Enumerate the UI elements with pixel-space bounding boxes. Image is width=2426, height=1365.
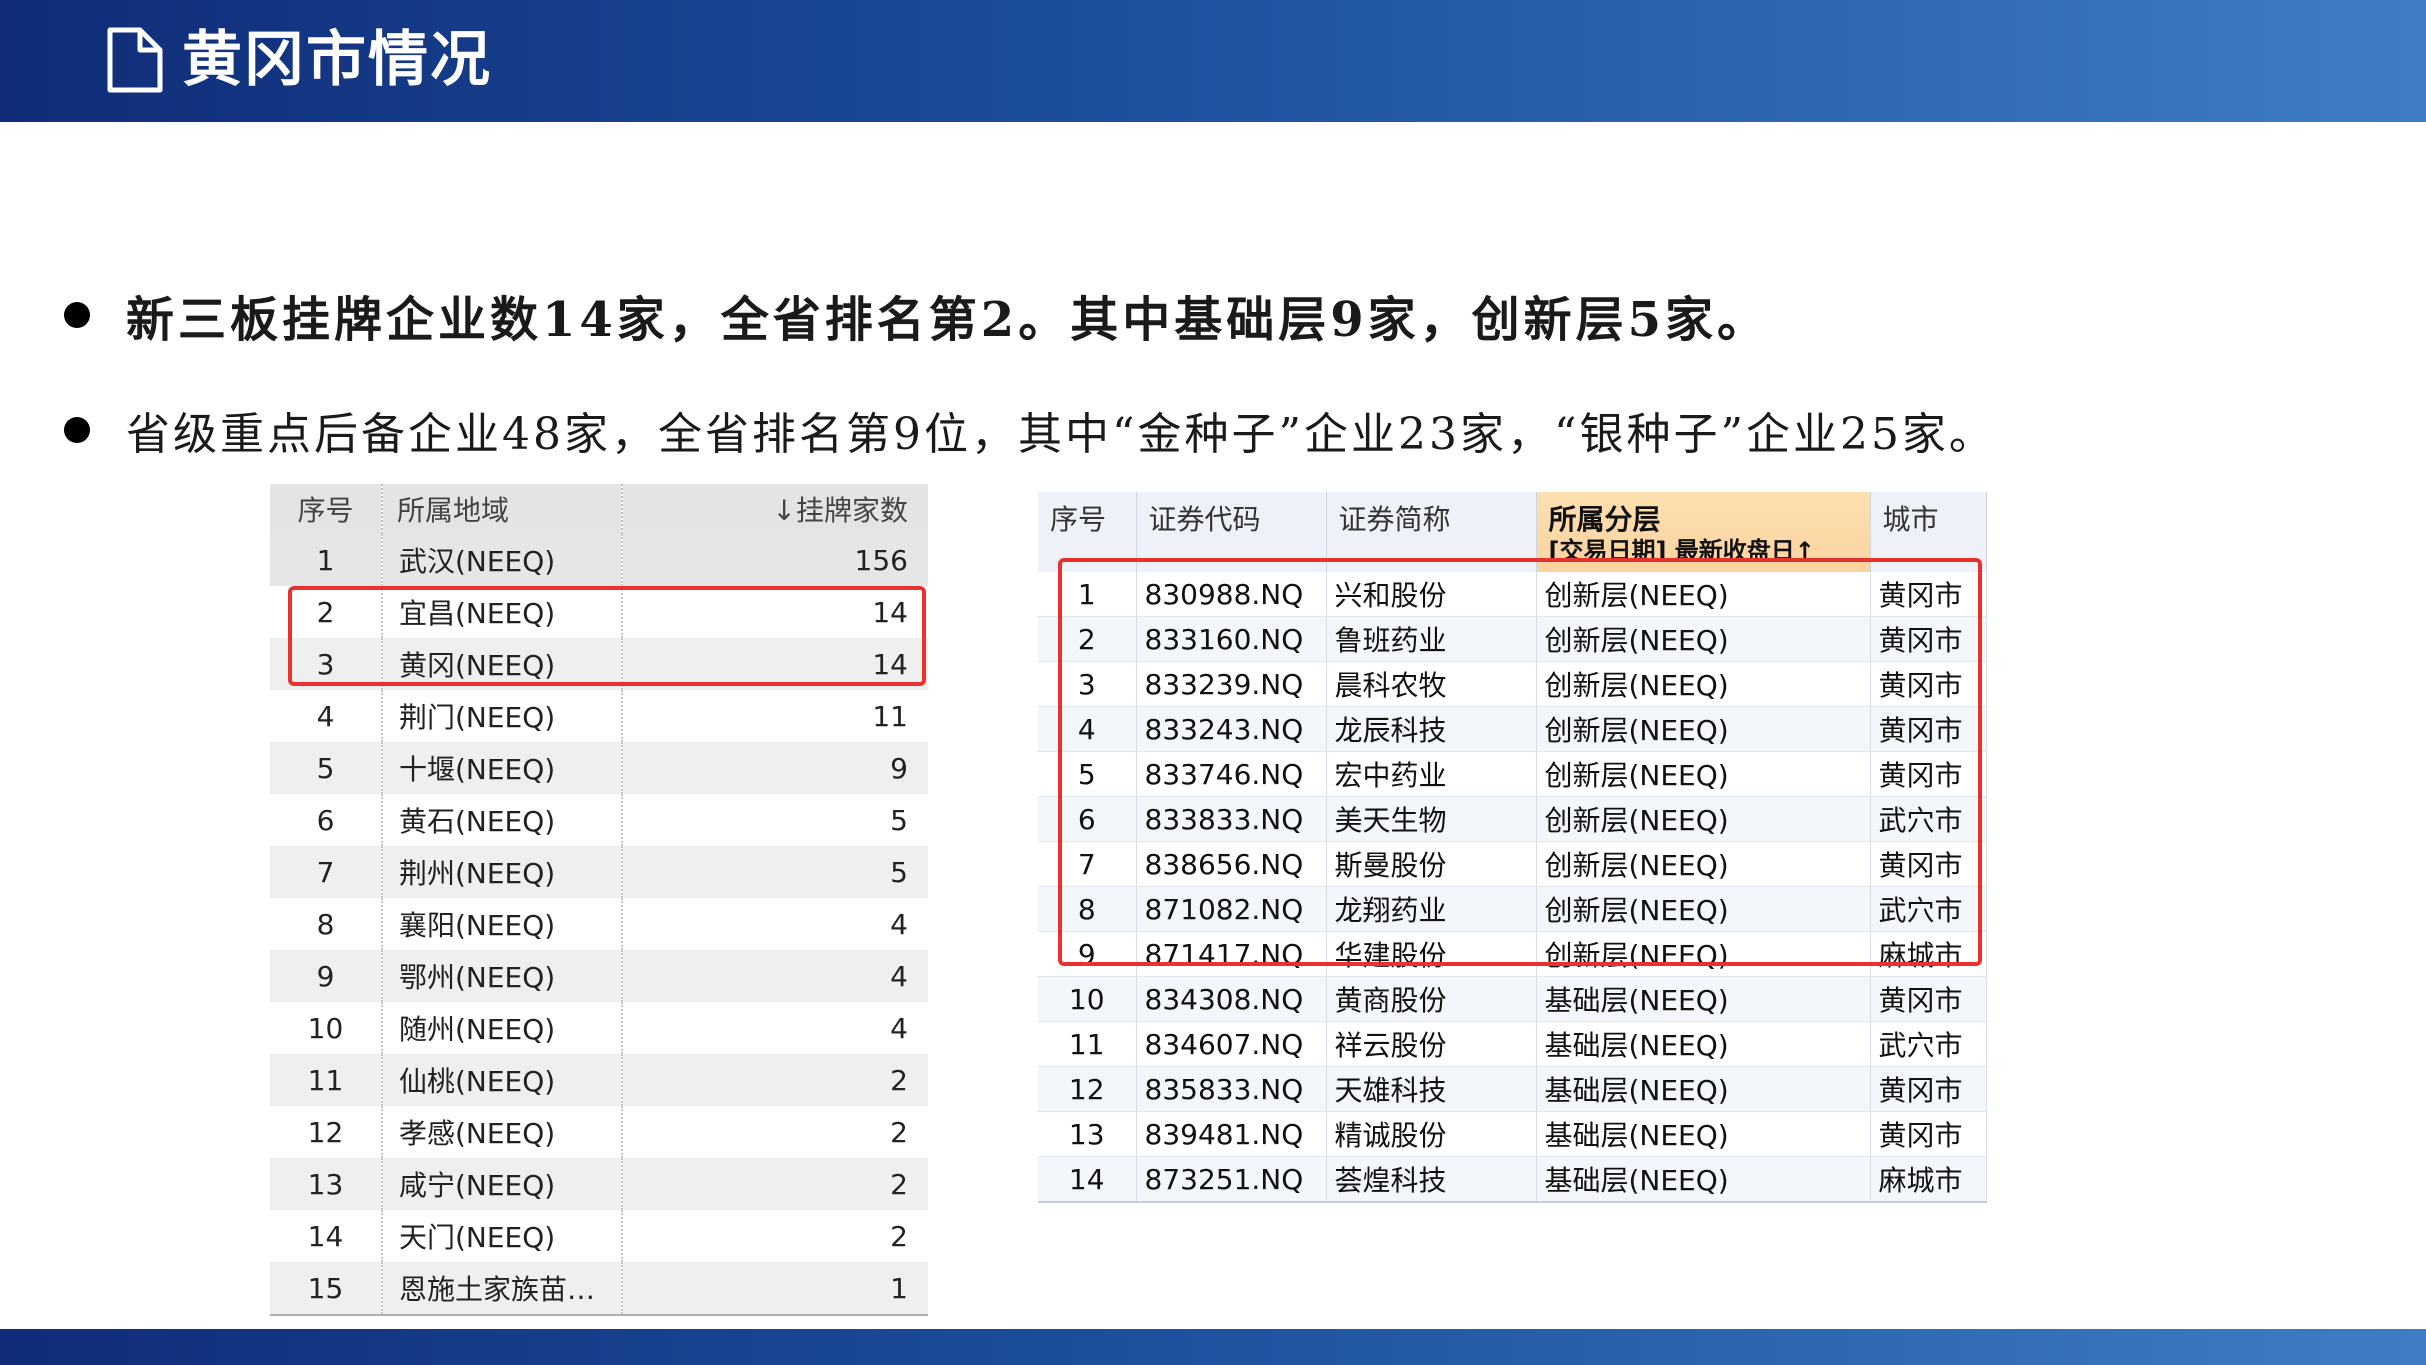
row-listed-count: 9 <box>622 742 928 794</box>
table-row[interactable]: 15 恩施土家族苗… 1 <box>270 1262 928 1316</box>
row-name: 精诚股份 <box>1326 1111 1537 1157</box>
row-region: 十堰(NEEQ) <box>382 742 623 794</box>
row-code: 834308.NQ <box>1136 976 1327 1022</box>
row-listed-count: 2 <box>622 1054 928 1106</box>
table-row[interactable]: 5 十堰(NEEQ) 9 <box>270 742 928 794</box>
row-index: 6 <box>270 794 383 846</box>
row-code: 839481.NQ <box>1136 1111 1327 1157</box>
table-row[interactable]: 6 黄石(NEEQ) 5 <box>270 794 928 846</box>
row-region: 襄阳(NEEQ) <box>382 898 623 950</box>
table-row[interactable]: 10 随州(NEEQ) 4 <box>270 1002 928 1054</box>
row-listed-count: 5 <box>622 846 928 898</box>
row-name: 荟煌科技 <box>1326 1156 1537 1203</box>
row-index: 15 <box>270 1262 383 1316</box>
row-index: 13 <box>270 1158 383 1210</box>
row-index: 14 <box>1038 1156 1137 1203</box>
row-index: 13 <box>1038 1111 1137 1157</box>
row-city: 麻城市 <box>1870 1156 1987 1203</box>
row-region: 孝感(NEEQ) <box>382 1106 623 1158</box>
row-index: 11 <box>1038 1021 1137 1067</box>
bullet-text: 新三板挂牌企业数14家，全省排名第2。其中基础层9家，创新层5家。 <box>126 292 1769 348</box>
table-row[interactable]: 14 873251.NQ 荟煌科技 基础层(NEEQ) 麻城市 <box>1038 1156 1987 1203</box>
table-row[interactable]: 8 襄阳(NEEQ) 4 <box>270 898 928 950</box>
row-region: 仙桃(NEEQ) <box>382 1054 623 1106</box>
table-row[interactable]: 1 武汉(NEEQ) 156 <box>270 534 928 586</box>
row-listed-count: 4 <box>622 898 928 950</box>
row-region: 鄂州(NEEQ) <box>382 950 623 1002</box>
bullet-dot <box>64 417 90 443</box>
table-row[interactable]: 4 荆门(NEEQ) 11 <box>270 690 928 742</box>
row-index: 8 <box>270 898 383 950</box>
table-row[interactable]: 13 839481.NQ 精诚股份 基础层(NEEQ) 黄冈市 <box>1038 1111 1987 1157</box>
row-index: 11 <box>270 1054 383 1106</box>
row-region: 天门(NEEQ) <box>382 1210 623 1262</box>
row-index: 5 <box>270 742 383 794</box>
row-layer: 基础层(NEEQ) <box>1536 1156 1871 1203</box>
column-header-layer-label: 所属分层 <box>1548 503 1661 536</box>
row-city: 武穴市 <box>1870 1021 1987 1067</box>
row-index: 1 <box>270 534 383 586</box>
row-listed-count: 11 <box>622 690 928 742</box>
row-listed-count: 5 <box>622 794 928 846</box>
table-row[interactable]: 12 孝感(NEEQ) 2 <box>270 1106 928 1158</box>
row-region: 随州(NEEQ) <box>382 1002 623 1054</box>
row-layer: 基础层(NEEQ) <box>1536 976 1871 1022</box>
page-title: 黄冈市情况 <box>182 25 492 95</box>
row-listed-count: 2 <box>622 1210 928 1262</box>
table-row[interactable]: 9 鄂州(NEEQ) 4 <box>270 950 928 1002</box>
table-row[interactable]: 12 835833.NQ 天雄科技 基础层(NEEQ) 黄冈市 <box>1038 1066 1987 1112</box>
row-city: 黄冈市 <box>1870 1066 1987 1112</box>
table-row[interactable]: 11 834607.NQ 祥云股份 基础层(NEEQ) 武穴市 <box>1038 1021 1987 1067</box>
row-index: 4 <box>270 690 383 742</box>
row-index: 7 <box>270 846 383 898</box>
header-bar: 黄冈市情况 <box>0 0 2426 122</box>
row-layer: 基础层(NEEQ) <box>1536 1066 1871 1112</box>
row-name: 天雄科技 <box>1326 1066 1537 1112</box>
row-region: 黄石(NEEQ) <box>382 794 623 846</box>
row-code: 834607.NQ <box>1136 1021 1327 1067</box>
row-region: 咸宁(NEEQ) <box>382 1158 623 1210</box>
row-region: 武汉(NEEQ) <box>382 534 623 586</box>
document-icon <box>107 27 163 93</box>
table-row[interactable]: 13 咸宁(NEEQ) 2 <box>270 1158 928 1210</box>
row-region: 恩施土家族苗… <box>382 1262 623 1316</box>
row-listed-count: 2 <box>622 1106 928 1158</box>
highlight-box-yichang-huanggang <box>288 586 926 686</box>
table-row[interactable]: 11 仙桃(NEEQ) 2 <box>270 1054 928 1106</box>
column-header-region[interactable]: 所属地域 <box>382 484 623 534</box>
bullet-reserve-companies: 省级重点后备企业48家，全省排名第9位，其中“金种子”企业23家，“银种子”企业… <box>64 398 1996 462</box>
row-name: 祥云股份 <box>1326 1021 1537 1067</box>
row-region: 荆州(NEEQ) <box>382 846 623 898</box>
row-listed-count: 4 <box>622 1002 928 1054</box>
column-header-index[interactable]: 序号 <box>270 484 383 534</box>
row-code: 873251.NQ <box>1136 1156 1327 1203</box>
row-index: 12 <box>1038 1066 1137 1112</box>
bullet-text: 省级重点后备企业48家，全省排名第9位，其中“金种子”企业23家，“银种子”企业… <box>126 409 1996 460</box>
footer-bar <box>0 1329 2426 1365</box>
row-listed-count: 156 <box>622 534 928 586</box>
row-city: 黄冈市 <box>1870 976 1987 1022</box>
bullet-dot <box>64 302 90 328</box>
row-index: 10 <box>1038 976 1137 1022</box>
row-listed-count: 4 <box>622 950 928 1002</box>
column-header-listed-count[interactable]: ↓挂牌家数 <box>622 484 928 534</box>
table-header-row: 序号 所属地域 ↓挂牌家数 <box>270 484 928 534</box>
row-index: 12 <box>270 1106 383 1158</box>
row-layer: 基础层(NEEQ) <box>1536 1111 1871 1157</box>
highlight-box-innovation-layer <box>1058 558 1982 966</box>
row-index: 14 <box>270 1210 383 1262</box>
row-name: 黄商股份 <box>1326 976 1537 1022</box>
row-listed-count: 2 <box>622 1158 928 1210</box>
table-row[interactable]: 14 天门(NEEQ) 2 <box>270 1210 928 1262</box>
row-layer: 基础层(NEEQ) <box>1536 1021 1871 1067</box>
row-listed-count: 1 <box>622 1262 928 1316</box>
row-index: 9 <box>270 950 383 1002</box>
table-row[interactable]: 10 834308.NQ 黄商股份 基础层(NEEQ) 黄冈市 <box>1038 976 1987 1022</box>
bullet-listed-companies: 新三板挂牌企业数14家，全省排名第2。其中基础层9家，创新层5家。 <box>64 280 1769 350</box>
row-region: 荆门(NEEQ) <box>382 690 623 742</box>
row-city: 黄冈市 <box>1870 1111 1987 1157</box>
row-index: 10 <box>270 1002 383 1054</box>
row-code: 835833.NQ <box>1136 1066 1327 1112</box>
table-row[interactable]: 7 荆州(NEEQ) 5 <box>270 846 928 898</box>
